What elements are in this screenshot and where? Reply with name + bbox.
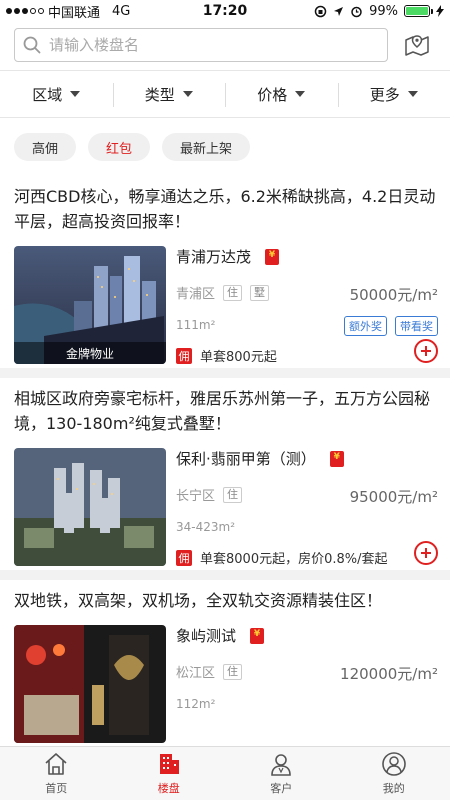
customer-icon [271, 754, 292, 776]
listing-title: 河西CBD核心，畅享通达之乐，6.2米稀缺挑高，4.2日灵动平层，超高投资回报率… [14, 187, 436, 231]
listing-title: 双地铁，双高架，双机场，全双轨交资源精装住区！ [14, 591, 383, 610]
listing-card[interactable]: 河西CBD核心，畅享通达之乐，6.2米稀缺挑高，4.2日灵动平层，超高投资回报率… [0, 176, 450, 368]
charging-icon [436, 5, 444, 17]
location-icon [334, 6, 344, 16]
tag-newest[interactable]: 最新上架 [162, 133, 251, 161]
image-caption: 金牌物业 [14, 342, 166, 364]
tab-home[interactable]: 首页 [0, 747, 113, 800]
red-packet-icon [265, 248, 280, 265]
property-tag: 住 [223, 663, 243, 680]
search-box[interactable] [14, 28, 388, 62]
listing-name[interactable]: 象屿测试 [176, 625, 236, 646]
filter-more[interactable]: 更多 [337, 71, 450, 117]
commission-icon: 佣 [176, 347, 192, 364]
listing-size: 34-423m² [176, 520, 236, 534]
search-input[interactable] [49, 36, 349, 54]
add-button[interactable] [414, 541, 438, 565]
commission-text: 单套8000元起，房价0.8%/套起 [200, 552, 388, 567]
listing-price: 50000元/m² [349, 286, 438, 304]
property-tag: 住 [223, 486, 243, 503]
caret-down-icon [407, 91, 418, 97]
profile-icon [381, 752, 406, 776]
status-right: 99% [314, 4, 444, 19]
alarm-icon [351, 6, 362, 17]
tab-profile[interactable]: 我的 [338, 747, 450, 800]
quick-tags: 高佣 红包 最新上架 [14, 133, 251, 161]
filter-label: 类型 [144, 85, 175, 104]
reward-badge: 带看奖 [395, 316, 438, 336]
tab-listings[interactable]: 楼盘 [113, 747, 226, 800]
divider [0, 368, 450, 378]
filter-label: 更多 [369, 85, 400, 104]
listing-title: 相城区政府旁豪宅标杆，雅居乐苏州第一子，五万方公园秘境，130-180m²纯复式… [14, 389, 431, 433]
listing-card[interactable]: 双地铁，双高架，双机场，全双轨交资源精装住区！ 象屿测试 松江区住 120000… [0, 580, 450, 747]
listing-list: 河西CBD核心，畅享通达之乐，6.2米稀缺挑高，4.2日灵动平层，超高投资回报率… [0, 176, 450, 747]
listing-image [14, 625, 166, 743]
listing-size: 112m² [176, 697, 216, 711]
tab-label: 首页 [45, 782, 68, 795]
filter-label: 价格 [257, 85, 288, 104]
status-bar: 中国联通 4G 17:20 99% [0, 0, 450, 22]
battery-icon [404, 5, 433, 17]
listing-name[interactable]: 保利·翡丽甲第（测） [176, 448, 316, 469]
listing-card[interactable]: 相城区政府旁豪宅标杆，雅居乐苏州第一子，五万方公园秘境，130-180m²纯复式… [0, 378, 450, 570]
property-tag: 住 [223, 284, 243, 301]
tab-label: 客户 [270, 782, 293, 795]
red-packet-icon [250, 627, 265, 644]
district: 长宁区 [176, 489, 216, 504]
tab-label: 楼盘 [157, 782, 180, 795]
home-icon [45, 753, 67, 775]
divider [0, 570, 450, 580]
filter-bar: 区域 类型 价格 更多 [0, 70, 450, 118]
tab-bar: 首页 楼盘 客户 我的 [0, 746, 450, 800]
search-row [0, 28, 450, 64]
filter-label: 区域 [32, 85, 63, 104]
district: 松江区 [176, 666, 216, 681]
caret-down-icon [182, 91, 193, 97]
caret-down-icon [70, 91, 81, 97]
tag-high-commission[interactable]: 高佣 [14, 133, 77, 161]
map-pin-icon[interactable] [404, 32, 430, 58]
listing-price: 95000元/m² [349, 488, 438, 506]
search-icon [23, 36, 41, 54]
filter-type[interactable]: 类型 [112, 71, 226, 117]
listing-image [14, 448, 166, 566]
listing-price: 120000元/m² [340, 665, 438, 683]
caret-down-icon [295, 91, 306, 97]
rotation-lock-icon [314, 5, 327, 17]
district: 青浦区 [176, 287, 216, 302]
listing-size: 111m² [176, 318, 216, 332]
commission-text: 单套800元起 [200, 350, 277, 365]
property-tag: 墅 [250, 284, 270, 301]
battery-fill [406, 7, 428, 15]
tag-red-packet[interactable]: 红包 [88, 133, 151, 161]
listing-name[interactable]: 青浦万达茂 [176, 246, 251, 267]
filter-price[interactable]: 价格 [225, 71, 338, 117]
building-icon [159, 754, 179, 774]
filter-region[interactable]: 区域 [0, 71, 113, 117]
battery-percent: 99% [369, 3, 398, 19]
reward-badge: 额外奖 [344, 316, 387, 336]
red-packet-icon [329, 450, 344, 467]
tab-customers[interactable]: 客户 [225, 747, 338, 800]
listing-image: 金牌物业 [14, 246, 166, 364]
add-button[interactable] [414, 339, 438, 363]
tab-label: 我的 [382, 782, 405, 795]
commission-icon: 佣 [176, 549, 192, 566]
